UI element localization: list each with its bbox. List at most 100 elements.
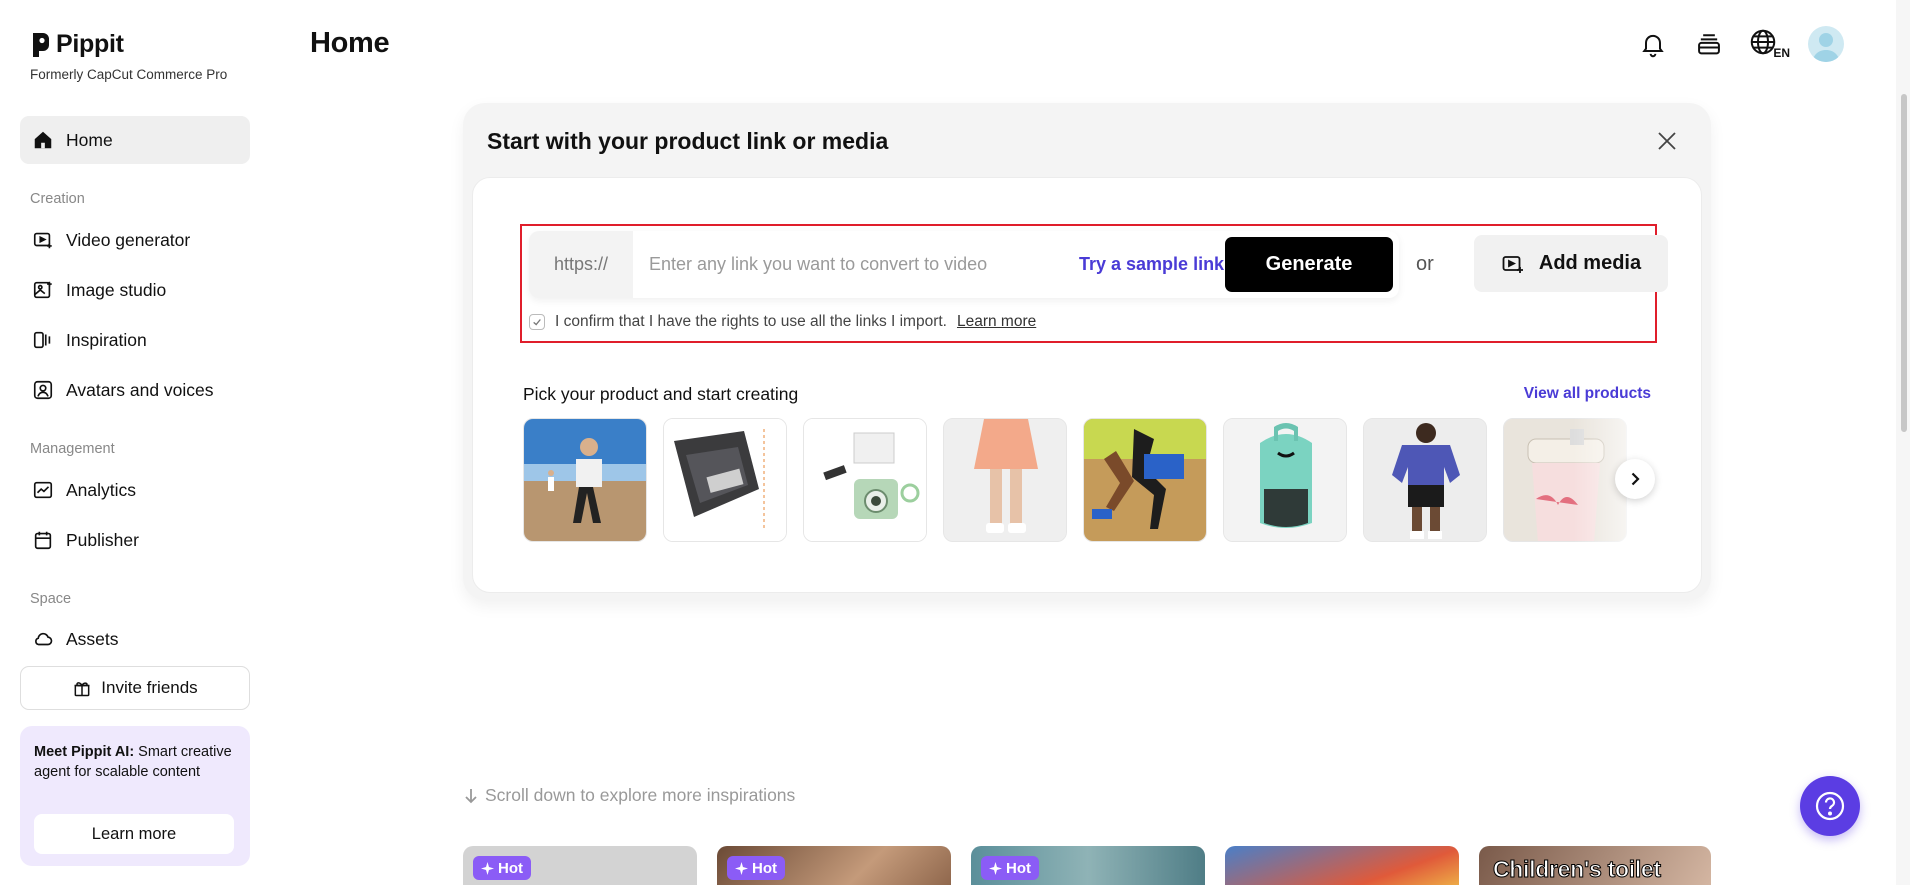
hot-badge: Hot xyxy=(473,856,531,880)
sidebar-item-publisher[interactable]: Publisher xyxy=(20,516,250,564)
sidebar-item-inspiration[interactable]: Inspiration xyxy=(20,316,250,364)
start-card: Start with your product link or media ht… xyxy=(463,103,1711,600)
sparkle-icon xyxy=(735,861,748,875)
sidebar-item-image-studio[interactable]: Image studio xyxy=(20,266,250,314)
invite-friends-label: Invite friends xyxy=(101,678,198,697)
inspiration-card[interactable]: Hot xyxy=(971,846,1205,885)
brand-name: Pippit xyxy=(56,30,124,58)
sidebar-item-label: Analytics xyxy=(66,479,137,500)
question-icon xyxy=(1815,791,1845,821)
language-button[interactable]: EN xyxy=(1748,27,1790,61)
notifications-button[interactable] xyxy=(1636,27,1670,61)
sparkle-icon xyxy=(989,861,1002,875)
product-image xyxy=(1364,419,1486,541)
rights-checkbox[interactable] xyxy=(529,314,545,330)
scroll-hint-text: Scroll down to explore more inspirations xyxy=(485,785,796,805)
product-carousel xyxy=(523,418,1653,544)
sidebar-item-label: Avatars and voices xyxy=(66,379,214,400)
sparkle-icon xyxy=(481,861,494,875)
avatar-voice-icon xyxy=(33,380,53,400)
sidebar-item-assets[interactable]: Assets xyxy=(20,615,250,663)
product-thumbnail[interactable] xyxy=(1223,418,1347,542)
check-icon xyxy=(533,319,541,326)
section-label-space: Space xyxy=(30,591,72,607)
hot-badge: Hot xyxy=(727,856,785,880)
stack-button[interactable] xyxy=(1692,27,1726,61)
product-thumbnail[interactable] xyxy=(663,418,787,542)
scroll-hint: Scroll down to explore more inspirations xyxy=(463,785,795,806)
product-thumbnail[interactable] xyxy=(1363,418,1487,542)
product-thumbnail[interactable] xyxy=(943,418,1067,542)
inspiration-card[interactable] xyxy=(1225,846,1459,885)
add-media-icon xyxy=(1502,255,1523,273)
start-card-body: https:// Try a sample link Generate or A… xyxy=(472,177,1702,593)
inspiration-card[interactable]: Hot xyxy=(463,846,697,885)
sidebar-item-label: Home xyxy=(66,129,113,150)
layers-icon xyxy=(1698,34,1720,55)
product-thumbnail[interactable] xyxy=(803,418,927,542)
scrollbar-thumb[interactable] xyxy=(1901,94,1907,432)
hot-label: Hot xyxy=(1006,859,1031,877)
url-prefix: https:// xyxy=(553,254,609,274)
or-separator: or xyxy=(1416,253,1434,275)
sidebar-item-home[interactable]: Home xyxy=(20,116,250,164)
product-image xyxy=(1224,419,1346,541)
view-all-products-link[interactable]: View all products xyxy=(1524,385,1651,403)
add-media-label: Add media xyxy=(1538,252,1642,274)
sidebar-item-video-generator[interactable]: Video generator xyxy=(20,216,250,264)
try-sample-link[interactable]: Try a sample link xyxy=(1079,231,1224,298)
link-input-group: https:// Try a sample link Generate xyxy=(529,231,1399,298)
close-icon[interactable] xyxy=(1655,129,1679,153)
page-title: Home xyxy=(310,27,390,59)
product-image xyxy=(944,419,1066,541)
product-image xyxy=(804,419,926,541)
sidebar-item-label: Video generator xyxy=(66,229,191,250)
page-scrollbar[interactable] xyxy=(1896,0,1910,885)
rights-confirmation: I confirm that I have the rights to use … xyxy=(529,313,1036,331)
learn-more-link[interactable]: Learn more xyxy=(957,313,1036,331)
carousel-next-button[interactable] xyxy=(1615,459,1655,499)
promo-title: Meet Pippit AI: xyxy=(34,744,135,760)
sidebar-item-label: Image studio xyxy=(66,279,167,300)
hot-badge: Hot xyxy=(981,856,1039,880)
header-actions: EN xyxy=(1636,26,1844,62)
bell-icon xyxy=(1642,34,1664,58)
sidebar-item-label: Inspiration xyxy=(66,329,147,350)
hot-label: Hot xyxy=(752,859,777,877)
promo-learn-more-button[interactable]: Learn more xyxy=(34,814,234,854)
sidebar-item-label: Publisher xyxy=(66,529,139,550)
pippit-ai-promo: Meet Pippit AI: Smart creative agent for… xyxy=(20,726,250,866)
product-image xyxy=(524,419,646,541)
generate-button[interactable]: Generate xyxy=(1225,237,1393,292)
calendar-icon xyxy=(34,531,52,550)
sidebar: Pippit Formerly CapCut Commerce Pro Home… xyxy=(0,0,270,885)
rights-text: I confirm that I have the rights to use … xyxy=(555,313,947,330)
product-image xyxy=(1084,419,1206,541)
sidebar-item-label: Assets xyxy=(66,628,119,649)
inspiration-caption: Children's toilet xyxy=(1493,856,1662,883)
user-avatar[interactable] xyxy=(1808,26,1844,62)
gift-icon xyxy=(74,682,90,697)
inspiration-card[interactable]: Children's toilet xyxy=(1479,846,1711,885)
pippit-logo[interactable]: Pippit xyxy=(30,30,124,59)
video-generator-icon xyxy=(33,232,52,249)
brand-subtitle: Formerly CapCut Commerce Pro xyxy=(30,67,228,82)
section-label-management: Management xyxy=(30,441,115,457)
home-icon xyxy=(34,131,52,149)
pick-product-title: Pick your product and start creating xyxy=(523,384,799,404)
arrow-down-icon xyxy=(465,788,477,803)
image-studio-icon xyxy=(33,281,52,299)
start-card-title: Start with your product link or media xyxy=(487,128,889,154)
add-media-button[interactable]: Add media xyxy=(1474,235,1668,292)
inspiration-card[interactable]: Hot xyxy=(717,846,951,885)
help-button[interactable] xyxy=(1800,776,1860,836)
avatar-icon xyxy=(1812,33,1840,62)
sidebar-item-analytics[interactable]: Analytics xyxy=(20,466,250,514)
sidebar-item-avatars-and-voices[interactable]: Avatars and voices xyxy=(20,366,250,414)
product-thumbnail[interactable] xyxy=(1083,418,1207,542)
product-thumbnail[interactable] xyxy=(523,418,647,542)
chevron-right-icon xyxy=(1631,472,1640,486)
link-input-wrapper: Try a sample link Generate xyxy=(633,231,1399,298)
invite-friends-button[interactable]: Invite friends xyxy=(20,666,250,710)
product-link-input[interactable] xyxy=(649,231,1069,298)
